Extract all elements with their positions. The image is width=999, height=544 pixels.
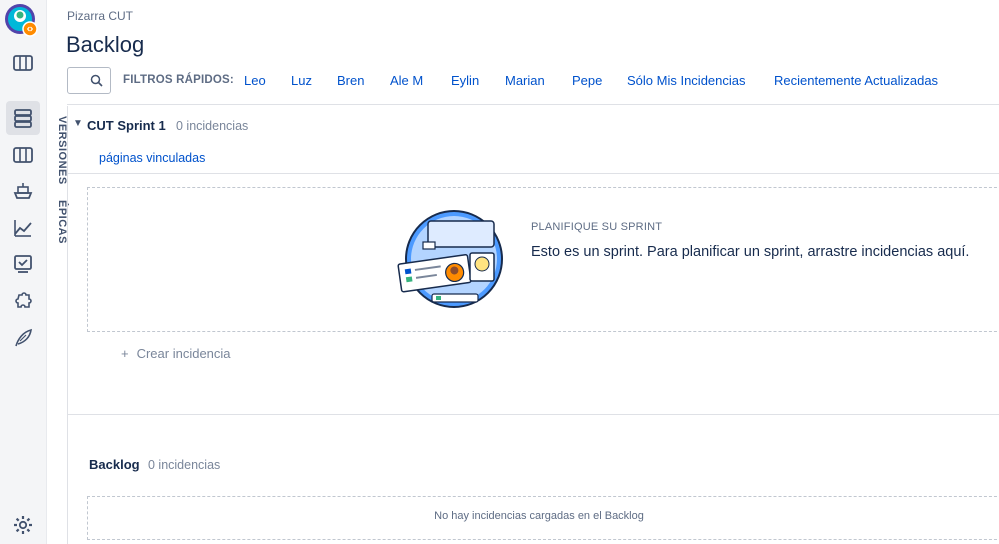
app-avatar-icon[interactable] [4,3,38,37]
settings-icon[interactable] [6,508,40,542]
page-title: Backlog [66,32,145,57]
quick-filter-item[interactable]: Ale M [390,73,423,88]
issues-icon[interactable] [6,247,40,281]
quick-filter-item[interactable]: Eylin [451,73,479,88]
backlog-icon[interactable] [6,101,40,135]
search-input[interactable] [67,67,111,94]
search-icon [90,74,103,87]
quick-filters-label: FILTROS RÁPIDOS: [123,74,234,86]
create-issue-button[interactable]: + Crear incidencia [121,346,231,361]
backlog-empty-text: No hay incidencias cargadas en el Backlo… [434,510,644,522]
create-issue-label: Crear incidencia [136,346,231,361]
tab-epics[interactable]: ÉPICAS [46,200,68,244]
plan-sprint-heading: PLANIFIQUE SU SPRINT [531,221,663,233]
quick-filter-item[interactable]: Marian [505,73,545,88]
quick-filter-item[interactable]: Leo [244,73,266,88]
quick-filter-item[interactable]: Pepe [572,73,602,88]
sprint-name[interactable]: CUT Sprint 1 [87,118,166,133]
reports-icon[interactable] [6,211,40,245]
feather-icon[interactable] [6,321,40,355]
chevron-down-icon[interactable]: ▼ [73,118,83,129]
breadcrumb[interactable]: Pizarra CUT [67,9,133,23]
divider [67,106,68,544]
releases-icon[interactable] [6,174,40,208]
global-sidebar [0,0,47,544]
sprint-issue-count: 0 incidencias [176,119,249,133]
backlog-name[interactable]: Backlog [89,457,140,472]
quick-filter-item[interactable]: Sólo Mis Incidencias [627,73,746,88]
backlog-issue-count: 0 incidencias [148,458,221,472]
linked-pages-link[interactable]: páginas vinculadas [99,151,205,165]
tab-versions[interactable]: VERSIONES [46,116,68,185]
quick-filter-item[interactable]: Recientemente Actualizadas [774,73,938,88]
plan-sprint-text: Esto es un sprint. Para planificar un sp… [531,244,970,260]
quick-filter-item[interactable]: Bren [337,73,364,88]
divider [67,414,999,415]
divider [67,104,999,105]
quick-filter-item[interactable]: Luz [291,73,312,88]
board-icon[interactable] [6,46,40,80]
divider [67,173,999,174]
addons-icon[interactable] [6,284,40,318]
plus-icon: + [121,346,129,361]
columns-icon[interactable] [6,138,40,172]
plan-sprint-illustration [396,209,506,309]
